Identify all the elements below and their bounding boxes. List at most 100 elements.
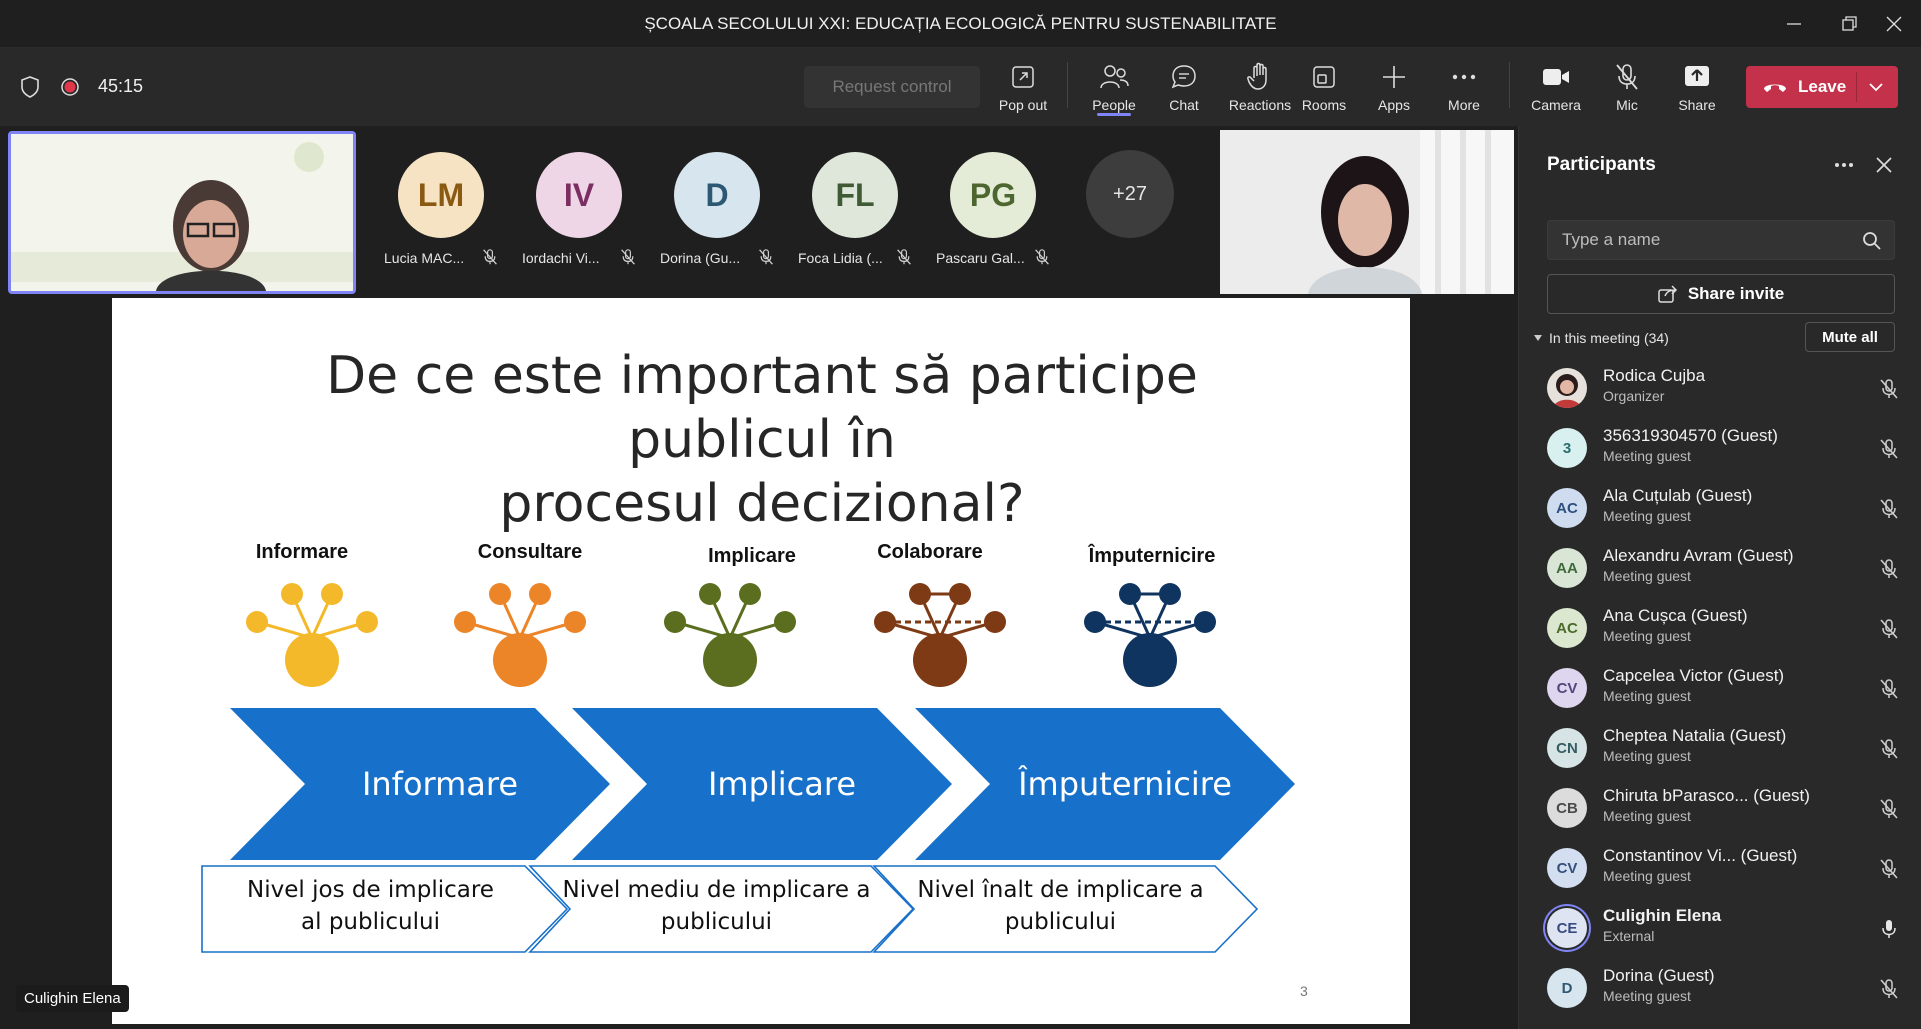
- camera-button[interactable]: Camera: [1520, 48, 1592, 126]
- reactions-label: Reactions: [1228, 97, 1292, 113]
- participant-tile-name: Foca Lidia (...: [798, 250, 883, 266]
- people-icon: [1100, 65, 1129, 89]
- participant-name: Cheptea Natalia (Guest): [1603, 726, 1787, 745]
- participant-name: 356319304570 (Guest): [1603, 426, 1778, 445]
- presenter-video-tile[interactable]: [8, 131, 356, 294]
- participant-avatar-tile[interactable]: D: [674, 152, 760, 238]
- participant-video: [1220, 130, 1514, 294]
- more-icon[interactable]: [1834, 162, 1854, 168]
- avatar: D: [1547, 968, 1587, 1008]
- people-label: People: [1092, 97, 1136, 113]
- participant-list: Rodica Cujba Organizer 3 356319304570 (Gues…: [1519, 360, 1921, 1029]
- panel-title: Participants: [1547, 154, 1656, 175]
- mic-button[interactable]: Mic: [1592, 48, 1662, 126]
- in-meeting-header[interactable]: In this meeting (34): [1533, 330, 1669, 346]
- share-button[interactable]: Share: [1662, 48, 1732, 126]
- participant-row[interactable]: AA Alexandru Avram (Guest) Meeting guest: [1519, 540, 1921, 600]
- chevron-label: Informare: [362, 765, 518, 803]
- search-placeholder: Type a name: [1562, 230, 1661, 249]
- leave-label: Leave: [1798, 77, 1847, 96]
- mic-off-icon: [1616, 64, 1638, 90]
- participant-avatar-tile[interactable]: PG: [950, 152, 1036, 238]
- rooms-button[interactable]: Rooms: [1289, 48, 1359, 126]
- mic-off-icon: [483, 249, 497, 265]
- meeting-timer: 45:15: [98, 76, 144, 96]
- more-icon: [1452, 74, 1476, 80]
- participant-role: Meeting guest: [1603, 568, 1691, 584]
- mic-on-icon: [1882, 920, 1896, 938]
- close-window-button[interactable]: [1866, 0, 1921, 48]
- avatar: CE: [1547, 908, 1587, 948]
- more-button[interactable]: More: [1429, 48, 1499, 126]
- pop-out-icon: [1012, 66, 1034, 88]
- close-icon[interactable]: [1875, 156, 1893, 174]
- avatar: AC: [1547, 608, 1587, 648]
- mic-off-icon: [897, 249, 911, 265]
- participant-avatar-tile[interactable]: IV: [536, 152, 622, 238]
- participant-row[interactable]: CV Constantinov Vi... (Guest) Meeting gues…: [1519, 840, 1921, 900]
- close-icon: [1886, 16, 1901, 32]
- participation-diagram: Informare Implicare Împuternicire Nivel jo…: [201, 583, 1295, 953]
- in-meeting-label: In this meeting (34): [1549, 330, 1669, 346]
- participation-stage-icon: [246, 583, 378, 687]
- participant-row[interactable]: CB Chiruta bParasco... (Guest) Meeting gue…: [1519, 780, 1921, 840]
- mic-off-icon: [1880, 859, 1898, 879]
- share-invite-button[interactable]: Share invite: [1547, 274, 1895, 314]
- chat-button[interactable]: Chat: [1149, 48, 1219, 126]
- participant-video-tile[interactable]: [1220, 130, 1514, 294]
- participant-avatar-tile[interactable]: FL: [812, 152, 898, 238]
- participant-name: Dorina (Guest): [1603, 966, 1715, 985]
- avatar: AA: [1547, 548, 1587, 588]
- share-invite-icon: [1658, 285, 1677, 303]
- people-button[interactable]: People: [1079, 48, 1149, 126]
- participant-avatar-tile[interactable]: LM: [398, 152, 484, 238]
- mic-label: Mic: [1616, 97, 1638, 113]
- participant-row[interactable]: AC Ana Cușca (Guest) Meeting guest: [1519, 600, 1921, 660]
- mic-off-icon: [1880, 559, 1898, 579]
- leave-button[interactable]: Leave: [1746, 66, 1898, 108]
- apps-button[interactable]: Apps: [1359, 48, 1429, 126]
- participant-row[interactable]: D Dorina (Guest) Meeting guest: [1519, 960, 1921, 1020]
- mic-off-icon: [1880, 439, 1898, 459]
- more-participants-tile[interactable]: +27: [1086, 150, 1174, 238]
- avatar: CV: [1547, 668, 1587, 708]
- participant-row[interactable]: CE Culighin Elena External: [1519, 900, 1921, 960]
- pop-out-button[interactable]: Pop out: [988, 48, 1058, 126]
- hang-up-icon: [1764, 84, 1786, 92]
- participation-stage-icon: [874, 583, 1006, 687]
- participant-role: Meeting guest: [1603, 988, 1691, 1004]
- recording-icon: [61, 78, 79, 96]
- level-label: Nivel jos de implicare: [247, 877, 494, 903]
- chevron-down-icon[interactable]: [1868, 81, 1884, 93]
- participant-row[interactable]: 3 356319304570 (Guest) Meeting guest: [1519, 420, 1921, 480]
- participation-stage-icon: [664, 583, 796, 687]
- meeting-toolbar: 45:15 Request control Pop out People Cha…: [0, 48, 1921, 126]
- apps-label: Apps: [1378, 97, 1410, 113]
- participation-stage-icon: [1084, 583, 1216, 687]
- rooms-label: Rooms: [1301, 97, 1347, 113]
- participant-role: Meeting guest: [1603, 808, 1691, 824]
- participant-row[interactable]: CN Cheptea Natalia (Guest) Meeting guest: [1519, 720, 1921, 780]
- search-input[interactable]: Type a name: [1547, 220, 1895, 260]
- title-bar: ȘCOALA SECOLULUI XXI: EDUCAȚIA ECOLOGICĂ…: [0, 0, 1921, 48]
- participant-row[interactable]: AC Ala Cuțulab (Guest) Meeting guest: [1519, 480, 1921, 540]
- chevron-label: Împuternicire: [1017, 765, 1232, 803]
- level-label: publicului: [1005, 909, 1116, 935]
- mic-off-icon: [1880, 799, 1898, 819]
- participant-role: Meeting guest: [1603, 508, 1691, 524]
- participant-row[interactable]: Rodica Cujba Organizer: [1519, 360, 1921, 420]
- request-control-button[interactable]: Request control: [804, 66, 980, 108]
- participant-name: Ana Cușca (Guest): [1603, 606, 1748, 625]
- slide-page-number: 3: [1300, 983, 1308, 999]
- presenter-name-label: Culighin Elena: [16, 985, 129, 1012]
- participant-row[interactable]: CV Capcelea Victor (Guest) Meeting guest: [1519, 660, 1921, 720]
- mic-off-icon: [1880, 679, 1898, 699]
- participant-tile-name: Dorina (Gu...: [660, 250, 741, 266]
- mute-all-button[interactable]: Mute all: [1805, 322, 1895, 352]
- participant-role: Meeting guest: [1603, 448, 1691, 464]
- level-label: publicului: [661, 909, 772, 935]
- shield-icon[interactable]: [20, 76, 40, 98]
- level-label: Nivel înalt de implicare a: [917, 877, 1203, 903]
- minimize-button[interactable]: [1766, 0, 1822, 48]
- caret-down-icon: [1534, 335, 1542, 341]
